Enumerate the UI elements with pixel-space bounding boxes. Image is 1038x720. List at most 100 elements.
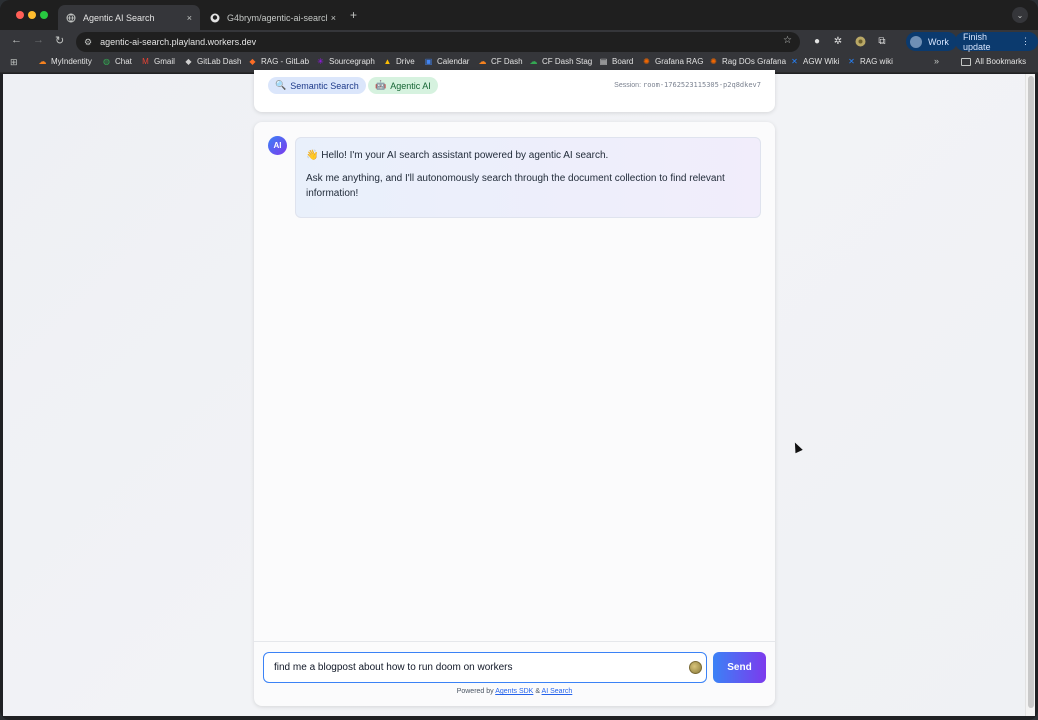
bookmark-sourcegraph[interactable]: ✳ Sourcegraph	[316, 57, 375, 66]
minimize-window-button[interactable]	[28, 11, 36, 19]
bookmark-label: Calendar	[437, 57, 470, 66]
bookmark-label: Board	[612, 57, 634, 66]
chat-icon: ◍	[103, 57, 110, 66]
calendar-icon: ▣	[424, 57, 433, 66]
cloudflare-icon: ☁	[478, 57, 487, 66]
grafana-icon: ✺	[643, 57, 650, 66]
tab-search-chevron-icon[interactable]: ⌄	[1012, 7, 1028, 23]
bookmark-label: Rag DOs Grafana	[722, 57, 787, 66]
bookmark-cf-dash-stag[interactable]: ☁ CF Dash Stag	[529, 57, 593, 66]
bookmark-label: Sourcegraph	[329, 57, 375, 66]
drive-icon: ▲	[383, 57, 392, 66]
scrollbar-thumb[interactable]	[1028, 76, 1034, 708]
url-text: agentic-ai-search.playland.workers.dev	[100, 37, 257, 47]
new-tab-button[interactable]: +	[350, 8, 357, 22]
github-icon	[210, 13, 220, 23]
site-settings-icon[interactable]: ⚙	[84, 37, 92, 48]
forward-arrow-icon[interactable]: →	[33, 34, 44, 46]
bookmark-drive[interactable]: ▲ Drive	[383, 57, 415, 66]
session-label: Session:	[614, 82, 642, 89]
bookmark-rag-wiki[interactable]: ✕ RAG wiki	[847, 57, 893, 66]
browser-toolbar: ← → ↻ ⚙ agentic-ai-search.playland.worke…	[0, 30, 1038, 53]
bookmark-label: MyIndentity	[51, 57, 92, 66]
bookmark-myindentity[interactable]: ☁ MyIndentity	[38, 57, 92, 66]
extension-gear-icon[interactable]: ✲	[832, 35, 844, 47]
assistant-message: 👋 Hello! I'm your AI search assistant po…	[295, 137, 761, 218]
agents-sdk-link[interactable]: Agents SDK	[495, 688, 533, 695]
maximize-window-button[interactable]	[40, 11, 48, 19]
cloudflare-icon: ☁	[38, 57, 47, 66]
profile-label: Work	[928, 36, 949, 47]
bookmark-label: CF Dash	[491, 57, 523, 66]
gmail-icon: M	[142, 57, 149, 66]
back-arrow-icon[interactable]: ←	[11, 34, 22, 46]
address-bar[interactable]: ⚙ agentic-ai-search.playland.workers.dev…	[76, 32, 800, 52]
ai-avatar: AI	[268, 136, 287, 155]
tab-close-icon[interactable]: ×	[331, 13, 336, 23]
browser-window: Agentic AI Search × G4brym/agentic-ai-se…	[0, 0, 1038, 720]
session-id: room-1762523115305-p2q8dkev7	[642, 81, 761, 89]
bookmark-label: Chat	[115, 57, 132, 66]
bookmark-label: RAG wiki	[860, 57, 893, 66]
bookmark-board[interactable]: ▤ Board	[599, 57, 634, 66]
avatar	[910, 35, 922, 48]
robot-icon: 🤖	[375, 80, 387, 90]
tab-github-repo[interactable]: G4brym/agentic-ai-search: i ×	[202, 5, 344, 30]
bookmark-rag-gitlab[interactable]: ◆ RAG - GitLab	[248, 57, 309, 66]
extensions-puzzle-icon[interactable]: ⧉	[876, 35, 888, 47]
extension-globe-icon[interactable]	[854, 35, 866, 47]
magnifier-icon: 🔍	[275, 80, 287, 90]
agentic-ai-badge: 🤖 Agentic AI	[368, 77, 438, 94]
confluence-icon: ✕	[791, 57, 798, 66]
tab-close-icon[interactable]: ×	[187, 13, 192, 23]
bookmark-label: Grafana RAG	[655, 57, 704, 66]
finish-update-label: Finish update	[963, 31, 991, 52]
grafana-icon: ✺	[710, 57, 717, 66]
semantic-search-badge: 🔍 Semantic Search	[268, 77, 366, 94]
all-bookmarks-button[interactable]: All Bookmarks	[961, 57, 1026, 66]
footer-prefix: Powered by	[456, 688, 494, 695]
close-window-button[interactable]	[16, 11, 24, 19]
bookmark-gmail[interactable]: M Gmail	[141, 57, 175, 66]
folder-icon	[961, 57, 971, 66]
tab-title: G4brym/agentic-ai-search: i	[227, 12, 327, 23]
globe-icon	[66, 13, 76, 23]
bookmark-gitlab-dash[interactable]: ◆ GitLab Dash	[184, 57, 241, 66]
bookmark-rag-dos-grafana[interactable]: ✺ Rag DOs Grafana	[709, 57, 786, 66]
badge-label: Semantic Search	[290, 80, 359, 91]
bookmark-label: GitLab Dash	[197, 57, 242, 66]
bookmark-calendar[interactable]: ▣ Calendar	[424, 57, 470, 66]
mouse-cursor-icon	[791, 440, 803, 454]
page-scrollbar[interactable]	[1025, 74, 1035, 716]
profile-button[interactable]: Work	[906, 32, 957, 51]
gitlab-icon: ◆	[185, 57, 192, 66]
badge-label: Agentic AI	[390, 80, 431, 91]
bookmark-label: AGW Wiki	[803, 57, 840, 66]
bookmark-label: Drive	[396, 57, 415, 66]
confluence-icon: ✕	[848, 57, 855, 66]
page-viewport: 🔍 Semantic Search 🤖 Agentic AI Session: …	[3, 70, 1025, 716]
extension-badge-icon[interactable]	[689, 661, 702, 674]
send-button[interactable]: Send	[713, 652, 766, 683]
bookmark-label: CF Dash Stag	[542, 57, 593, 66]
tab-title: Agentic AI Search	[83, 12, 155, 23]
session-info: Session: room-1762523115305-p2q8dkev7	[614, 81, 761, 89]
app-header: 🔍 Semantic Search 🤖 Agentic AI Session: …	[254, 70, 775, 112]
bookmark-chat[interactable]: ◍ Chat	[102, 57, 132, 66]
board-icon: ▤	[599, 57, 608, 66]
finish-update-button[interactable]: Finish update ⋮	[955, 31, 1038, 52]
apps-grid-icon[interactable]: ⊞	[10, 57, 18, 68]
message-body: Ask me anything, and I'll autonomously s…	[306, 173, 725, 199]
reload-icon[interactable]: ↻	[55, 34, 64, 47]
bookmark-grafana-rag[interactable]: ✺ Grafana RAG	[642, 57, 703, 66]
bookmark-cf-dash[interactable]: ☁ CF Dash	[478, 57, 523, 66]
bookmark-star-icon[interactable]: ☆	[783, 35, 792, 46]
message-input[interactable]	[263, 652, 707, 683]
extension-circle-icon[interactable]: ●	[811, 35, 823, 47]
footer-joiner: &	[535, 688, 540, 695]
ai-search-link[interactable]: AI Search	[542, 688, 573, 695]
more-bookmarks-chevron-icon[interactable]: »	[934, 56, 939, 66]
bookmark-agw-wiki[interactable]: ✕ AGW Wiki	[790, 57, 839, 66]
tab-agentic-ai-search[interactable]: Agentic AI Search ×	[58, 5, 200, 30]
cloudflare-icon: ☁	[529, 57, 538, 66]
